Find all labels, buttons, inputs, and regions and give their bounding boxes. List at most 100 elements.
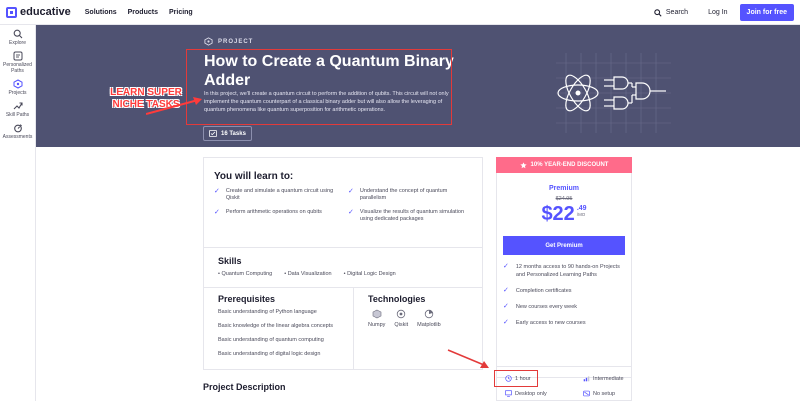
check-icon: ✓ — [214, 209, 220, 216]
check-icon: ✓ — [214, 188, 220, 195]
main-content: You will learn to: ✓ Create and simulate … — [203, 157, 483, 370]
technologies-title: Technologies — [368, 294, 426, 304]
tech-item-label: Numpy — [368, 322, 386, 328]
learn-item-text: Perform arithmetic operations on qubits — [225, 209, 322, 215]
sidebar-item-label: Skill Paths — [5, 112, 30, 118]
setup-text: No setup — [593, 390, 616, 397]
sidebar-item-label: Personalized Paths — [3, 62, 32, 74]
sidebar: Explore Personalized Paths Projects Skil… — [0, 25, 36, 401]
level: Intermediate — [583, 375, 624, 382]
sidebar-item-assessments[interactable]: Assessments — [0, 123, 35, 140]
sidebar-item-explore[interactable]: Explore — [0, 29, 35, 46]
sidebar-item-projects[interactable]: Projects — [0, 79, 35, 96]
learn-item: ✓ Understand the concept of quantum paral… — [348, 188, 472, 202]
paths-icon — [13, 51, 22, 61]
course-details-card: You will learn to: ✓ Create and simulate … — [203, 157, 483, 370]
learn-item-text: Understand the concept of quantum parall… — [359, 188, 448, 201]
project-description-title: Project Description — [203, 382, 286, 392]
login-link[interactable]: Log In — [708, 9, 727, 16]
duration-highlight-box — [494, 370, 538, 387]
check-icon: ✓ — [503, 303, 509, 310]
tech-item-qiskit: Qiskit — [394, 309, 408, 328]
nav-pricing[interactable]: Pricing — [169, 9, 193, 16]
project-label-text: PROJECT — [218, 38, 254, 45]
highlight-box — [186, 49, 452, 125]
feature-text: New courses every week — [515, 304, 578, 310]
duration-arrow-icon — [447, 349, 489, 368]
check-icon: ✓ — [503, 287, 509, 294]
learn-section: You will learn to: ✓ Create and simulate … — [204, 158, 482, 247]
tech-item-numpy: Numpy — [368, 309, 385, 328]
skill-item: • Quantum Computing — [218, 271, 273, 277]
tech-item-label: Matplotlib — [417, 322, 441, 328]
check-icon: ✓ — [348, 209, 354, 216]
learn-title: You will learn to: — [214, 171, 294, 182]
prerequisites-section: Prerequisites Basic understanding of Pyt… — [204, 288, 354, 369]
tasks-count: 16 Tasks — [221, 130, 246, 137]
feature-item: ✓ Completion certificates — [503, 287, 625, 295]
search-icon — [654, 8, 662, 17]
annotation-arrow-icon — [146, 97, 202, 115]
trend-icon — [13, 102, 23, 110]
feature-item: ✓ 12 months access to 90 hands-on Project… — [503, 263, 625, 279]
feature-text: 12 months access to 90 hands-on Projects… — [515, 264, 620, 278]
learn-item-text: Create and simulate a quantum circuit us… — [225, 188, 334, 201]
search-label: Search — [665, 9, 689, 16]
check-icon: ✓ — [503, 263, 509, 270]
join-button[interactable]: Join for free — [739, 4, 794, 21]
project-label: PROJECT — [204, 37, 253, 46]
matplotlib-icon — [424, 309, 434, 319]
sidebar-item-label: Projects — [8, 90, 27, 96]
qiskit-icon — [397, 309, 406, 319]
platform-text: Desktop only — [515, 390, 547, 397]
learn-item: ✓ Create and simulate a quantum circuit u… — [214, 188, 338, 202]
projects-icon — [13, 79, 22, 89]
nav-products[interactable]: Products — [128, 9, 158, 16]
level-icon — [583, 376, 590, 382]
price-period: /MO — [576, 212, 586, 217]
sidebar-item-skill-paths[interactable]: Skill Paths — [0, 101, 35, 118]
tech-item-label: Qiskit — [394, 322, 409, 328]
tech-item-matplotlib: Matplotlib — [417, 309, 441, 328]
numpy-icon — [372, 309, 382, 319]
price-amount: $22 — [541, 203, 575, 225]
setup: No setup — [583, 390, 615, 397]
project-icon — [204, 37, 213, 46]
prerequisites-title: Prerequisites — [218, 294, 276, 304]
check-icon: ✓ — [348, 188, 354, 195]
assessment-icon — [13, 124, 22, 133]
pricing-card: Premium $24.95 $22 .49 /MO Get Premium ✓… — [496, 173, 632, 378]
learn-item: ✓ Perform arithmetic operations on qubits — [214, 209, 338, 223]
feature-text: Early access to new courses — [515, 320, 586, 326]
prerequisite-item: Basic understanding of quantum computing — [218, 337, 324, 343]
prerequisite-item: Basic knowledge of the linear algebra co… — [218, 323, 333, 329]
tasks-icon — [209, 130, 217, 137]
price: $22 .49 /MO — [497, 203, 631, 226]
quantum-illustration — [556, 53, 671, 133]
discount-banner: 10% YEAR-END DISCOUNT — [496, 157, 632, 173]
hero-banner: PROJECT How to Create a Quantum Binary A… — [36, 25, 800, 147]
feature-item: ✓ Early access to new courses — [503, 319, 625, 327]
sidebar-item-label: Assessments — [2, 134, 33, 140]
get-premium-button[interactable]: Get Premium — [503, 236, 625, 255]
logo-icon — [6, 6, 17, 18]
logo[interactable]: educative — [6, 6, 71, 18]
prerequisite-item: Basic understanding of digital logic des… — [218, 351, 321, 357]
discount-icon — [519, 161, 527, 168]
skills-section: Skills • Quantum Computing • Data Visual… — [204, 247, 482, 287]
pricing-panel: 10% YEAR-END DISCOUNT Premium $24.95 $22… — [496, 157, 632, 378]
skills-title: Skills — [218, 256, 242, 266]
sidebar-item-personalized-paths[interactable]: Personalized Paths — [0, 51, 35, 74]
logo-text: educative — [20, 6, 71, 18]
sidebar-item-label: Explore — [9, 40, 26, 46]
search-button[interactable]: Search — [654, 8, 689, 17]
nav-solutions[interactable]: Solutions — [85, 9, 117, 16]
tasks-badge: 16 Tasks — [203, 126, 252, 141]
no-setup-icon — [583, 390, 590, 397]
level-text: Intermediate — [593, 375, 624, 382]
top-nav: educative Solutions Products Pricing Sea… — [0, 0, 800, 25]
prerequisite-item: Basic understanding of Python language — [218, 309, 317, 315]
search-icon — [13, 29, 22, 39]
learn-item-text: Visualize the results of quantum simulat… — [359, 209, 465, 222]
old-price: $24.95 — [555, 196, 573, 202]
